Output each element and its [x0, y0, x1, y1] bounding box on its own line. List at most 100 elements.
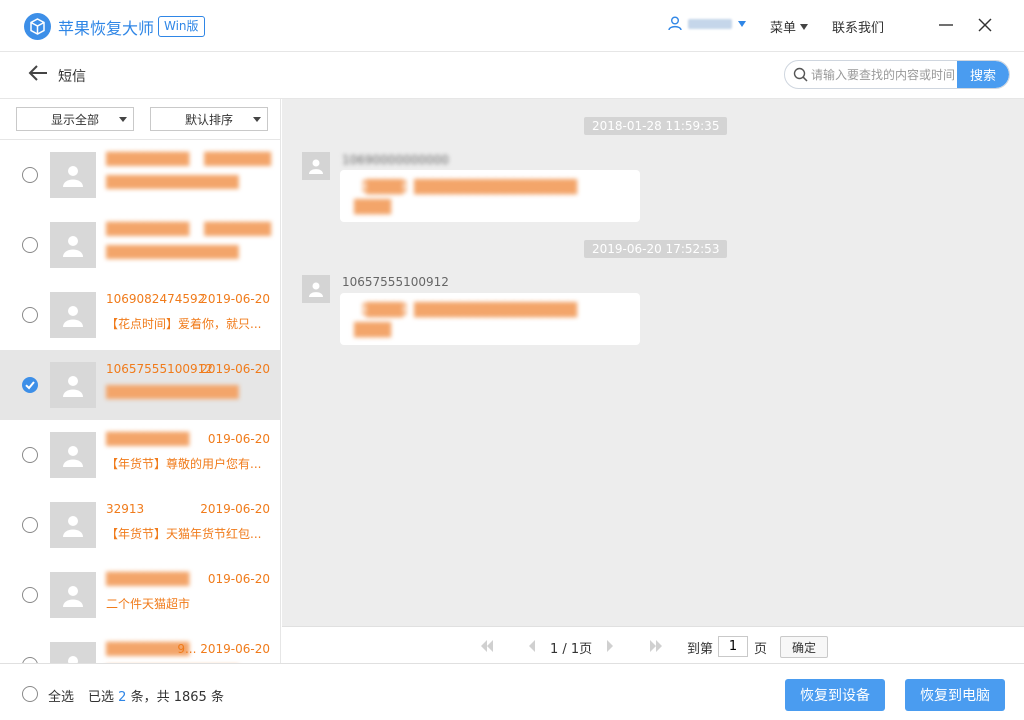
item-date: 019-06-20 [207, 572, 270, 586]
item-select-radio[interactable] [22, 237, 38, 253]
item-sender-redacted: ██████████ [106, 642, 189, 656]
edition-badge: Win版 [158, 16, 205, 37]
user-icon [668, 16, 682, 31]
last-page-icon[interactable] [649, 640, 663, 652]
item-date: 9... 2019-06-20 [177, 642, 270, 656]
item-select-radio[interactable] [22, 587, 38, 603]
sms-list-item[interactable]: 10657555100912 2019-06-20 ████████████████ [0, 350, 280, 420]
contact-avatar [302, 152, 330, 180]
message-bubble: 【████】██████████████████ ████ [340, 293, 640, 345]
contact-avatar [302, 275, 330, 303]
title-bar: 苹果恢复大师 Win版 菜单 联系我们 [0, 0, 1024, 52]
back-arrow-icon[interactable] [28, 64, 48, 82]
person-icon [63, 166, 83, 187]
chevron-down-icon [738, 20, 746, 27]
restore-to-pc-button[interactable]: 恢复到电脑 [905, 679, 1005, 711]
search-input[interactable] [811, 65, 959, 85]
first-page-icon[interactable] [480, 640, 494, 652]
item-select-radio[interactable] [22, 377, 38, 393]
selection-summary: 已选 2 条，共 1865 条 [88, 686, 224, 705]
sms-list-panel: 显示全部 默认排序 ██████████ ████████ ████████████… [0, 99, 281, 663]
sms-list-item[interactable]: 1069082474592 2019-06-20 【花点时间】爱着你，就只... [0, 280, 280, 350]
user-account-menu[interactable] [668, 16, 746, 31]
page-info: 1 / 1页 [550, 642, 593, 657]
main-menu-button[interactable]: 菜单 [770, 17, 809, 36]
person-icon [63, 446, 83, 467]
sort-label: 默认排序 [184, 112, 233, 127]
page-number-input[interactable] [718, 636, 748, 657]
sms-list-item[interactable]: ██████████9... 2019-06-20███████████████… [0, 630, 280, 663]
person-icon [63, 516, 83, 537]
item-preview-redacted: ████████████████ [106, 175, 239, 189]
close-icon[interactable] [977, 16, 993, 34]
prev-page-icon[interactable] [528, 640, 536, 652]
check-icon [25, 381, 35, 390]
selected-suffix: 条 [210, 690, 224, 705]
sms-list: ██████████ ████████ ████████████████ ██████… [0, 140, 280, 663]
contact-avatar [50, 292, 96, 338]
sms-list-item[interactable]: ██████████ ████████ ████████████████ [0, 210, 280, 280]
app-title: 苹果恢复大师 [58, 19, 155, 38]
selected-count: 2 [118, 690, 127, 705]
sms-list-item[interactable]: 32913 2019-06-20 【年货节】天猫年货节红包... [0, 490, 280, 560]
sms-list-item[interactable]: ██████████ ████████ ████████████████ [0, 140, 280, 210]
message-sender-redacted: 10690000000000 [342, 153, 449, 167]
item-select-radio[interactable] [22, 167, 38, 183]
user-name-redacted [688, 18, 732, 29]
chevron-down-icon [800, 23, 809, 30]
message-detail-panel: 2018-01-28 11:59:35 10690000000000 【████… [282, 99, 1024, 626]
item-sender: 32913 [106, 502, 145, 516]
person-icon [309, 159, 323, 174]
item-sender-redacted: ██████████ [106, 572, 189, 586]
next-page-icon[interactable] [606, 640, 614, 652]
person-icon [63, 586, 83, 607]
show-filter-select[interactable]: 显示全部 [16, 107, 134, 131]
menu-label: 菜单 [770, 21, 797, 36]
item-date-redacted: ████████ [204, 152, 271, 166]
sms-list-item[interactable]: ██████████ 019-06-20 【年货节】尊敬的用户您有... [0, 420, 280, 490]
contact-avatar [50, 572, 96, 618]
contact-avatar [50, 502, 96, 548]
page-title: 短信 [58, 69, 86, 85]
item-sender-redacted: ██████████ [106, 152, 189, 166]
message-timestamp: 2019-06-20 17:52:53 [584, 240, 728, 258]
show-filter-label: 显示全部 [50, 112, 99, 127]
sub-header: 短信 搜索 [0, 52, 1024, 99]
contact-avatar [50, 432, 96, 478]
item-date: 019-06-20 [207, 432, 270, 446]
goto-label: 到第 [687, 642, 714, 657]
person-icon [309, 282, 323, 297]
goto-confirm-button[interactable]: 确定 [780, 636, 828, 658]
select-all-radio[interactable] [22, 686, 38, 702]
item-date: 2019-06-20 [200, 362, 270, 376]
item-sender-redacted: ██████████ [106, 432, 189, 446]
item-select-radio[interactable] [22, 517, 38, 533]
sort-select[interactable]: 默认排序 [150, 107, 268, 131]
sms-list-item[interactable]: ██████████ 019-06-20 二个件天猫超市 [0, 560, 280, 630]
selected-prefix: 已选 [88, 690, 115, 705]
restore-to-device-button[interactable]: 恢复到设备 [785, 679, 885, 711]
item-select-radio[interactable] [22, 307, 38, 323]
item-date: 2019-06-20 [200, 292, 270, 306]
item-preview: 【花点时间】爱着你，就只... [106, 317, 262, 331]
message-bubble: 【████】██████████████████ ████ [340, 170, 640, 222]
app-logo-icon [24, 13, 51, 40]
message-text-redacted: 【████】██████████████████ ████ [354, 303, 577, 338]
chevron-down-icon [253, 117, 261, 122]
list-filters: 显示全部 默认排序 [0, 99, 280, 140]
item-date-redacted: ████████ [204, 222, 271, 236]
item-select-radio[interactable] [22, 447, 38, 463]
contact-us-link[interactable]: 联系我们 [832, 17, 884, 36]
search-button[interactable]: 搜索 [957, 61, 1009, 88]
item-date: 2019-06-20 [200, 502, 270, 516]
selected-mid: 条，共 [130, 690, 170, 705]
footer-bar: 全选 已选 2 条，共 1865 条 恢复到设备 恢复到电脑 [0, 663, 1024, 720]
pagination: 1 / 1页 到第 页 确定 [282, 626, 1024, 663]
select-all-label[interactable]: 全选 [48, 686, 74, 705]
item-sender: 1069082474592 [106, 292, 206, 306]
minimize-icon[interactable] [938, 16, 954, 34]
item-preview-redacted: ████████████████ [106, 245, 239, 259]
page-unit-label: 页 [754, 642, 768, 657]
chevron-down-icon [119, 117, 127, 122]
search-icon [793, 67, 808, 82]
